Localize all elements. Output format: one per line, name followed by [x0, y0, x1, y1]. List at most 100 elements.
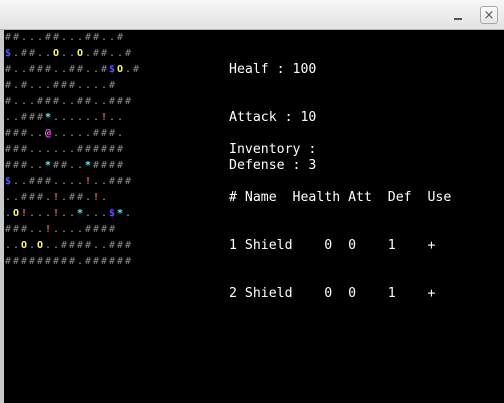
floor-tile: .	[100, 192, 108, 203]
wall-tile: #	[20, 80, 28, 91]
wall-tile: #	[60, 256, 68, 267]
floor-tile: .	[4, 112, 12, 123]
wall-tile: #	[108, 144, 116, 155]
floor-tile: .	[44, 192, 52, 203]
cyan-item-tile: *	[44, 112, 52, 123]
floor-tile: .	[60, 224, 68, 235]
map-row: # # #...... # # # # # #	[4, 142, 124, 158]
floor-tile: .	[36, 48, 44, 59]
wall-tile: #	[116, 256, 124, 267]
wall-tile: #	[116, 160, 124, 171]
wall-tile: #	[20, 48, 28, 59]
map-row: $.. # # #....!.. # # #	[4, 174, 132, 190]
floor-tile: .	[12, 80, 20, 91]
gold-tile: O	[76, 48, 84, 59]
wall-tile: #	[20, 144, 28, 155]
wall-tile: #	[12, 128, 20, 139]
wall-tile: #	[100, 224, 108, 235]
terminal-screen[interactable]: # #... # #... # #.. # $. # #.. O.. O. # #.. # #.. # # #.. #…	[4, 30, 504, 403]
floor-tile: .	[84, 64, 92, 75]
floor-tile: .	[116, 128, 124, 139]
floor-tile: .	[92, 112, 100, 123]
floor-tile: .	[84, 128, 92, 139]
floor-tile: .	[36, 224, 44, 235]
wall-tile: #	[84, 240, 92, 251]
potion-tile: !	[44, 224, 52, 235]
cyan-item-tile: *	[76, 208, 84, 219]
wall-tile: #	[76, 64, 84, 75]
title-bar[interactable]: ×	[0, 0, 504, 30]
cyan-item-tile: *	[44, 160, 52, 171]
floor-tile: .	[52, 64, 60, 75]
gold-tile: O	[36, 240, 44, 251]
wall-tile: #	[36, 256, 44, 267]
floor-tile: .	[84, 112, 92, 123]
potion-tile: !	[84, 176, 92, 187]
floor-tile: .	[68, 224, 76, 235]
wall-tile: #	[92, 160, 100, 171]
floor-tile: .	[12, 176, 20, 187]
floor-tile: .	[52, 240, 60, 251]
wall-tile: #	[108, 80, 116, 91]
gold-tile: O	[52, 48, 60, 59]
wall-tile: #	[108, 240, 116, 251]
wall-tile: #	[20, 224, 28, 235]
wall-tile: #	[36, 112, 44, 123]
floor-tile: .	[76, 80, 84, 91]
floor-tile: .	[92, 176, 100, 187]
floor-tile: .	[124, 64, 132, 75]
map-row: . O!...!.. *... $ *.	[4, 206, 132, 222]
map-row: .. O. O.. # # # #.. # # #	[4, 238, 132, 254]
map-row: .. # # # *......!..	[4, 110, 124, 126]
wall-tile: #	[108, 176, 116, 187]
wall-tile: #	[12, 160, 20, 171]
floor-tile: .	[84, 208, 92, 219]
wall-tile: #	[84, 224, 92, 235]
floor-tile: .	[20, 64, 28, 75]
floor-tile: .	[108, 32, 116, 43]
floor-tile: .	[36, 128, 44, 139]
potion-tile: !	[52, 192, 60, 203]
inventory-title: Inventory :	[229, 142, 317, 157]
wall-tile: #	[36, 192, 44, 203]
wall-tile: #	[100, 160, 108, 171]
map-row: #... # # #.. # #.. # # #	[4, 94, 132, 110]
floor-tile: .	[76, 112, 84, 123]
floor-tile: .	[92, 96, 100, 107]
inventory-item: 2 Shield 0 0 1 +	[229, 286, 436, 301]
floor-tile: .	[28, 128, 36, 139]
wall-tile: #	[20, 192, 28, 203]
floor-tile: .	[12, 112, 20, 123]
wall-tile: #	[28, 176, 36, 187]
minimize-icon[interactable]	[452, 9, 464, 21]
floor-tile: .	[44, 208, 52, 219]
floor-tile: .	[68, 208, 76, 219]
wall-tile: #	[20, 256, 28, 267]
inventory-header: # Name Health Att Def Use	[229, 190, 452, 205]
wall-tile: #	[52, 32, 60, 43]
wall-tile: #	[28, 64, 36, 75]
wall-tile: #	[116, 176, 124, 187]
wall-tile: #	[60, 80, 68, 91]
floor-tile: .	[92, 64, 100, 75]
floor-tile: .	[44, 240, 52, 251]
wall-tile: #	[28, 256, 36, 267]
floor-tile: .	[20, 32, 28, 43]
floor-tile: .	[36, 32, 44, 43]
wall-tile: #	[92, 48, 100, 59]
wall-tile: #	[92, 224, 100, 235]
floor-tile: .	[68, 32, 76, 43]
wall-tile: #	[108, 96, 116, 107]
wall-tile: #	[84, 32, 92, 43]
health-stat: Healf : 100	[229, 62, 317, 77]
floor-tile: .	[76, 128, 84, 139]
floor-tile: .	[36, 144, 44, 155]
floor-tile: .	[28, 80, 36, 91]
wall-tile: #	[68, 256, 76, 267]
wall-tile: #	[4, 80, 12, 91]
wall-tile: #	[100, 128, 108, 139]
map-row: $. # #.. O.. O. # #.. #	[4, 46, 132, 62]
wall-tile: #	[116, 240, 124, 251]
close-button[interactable]: ×	[480, 6, 498, 24]
wall-tile: #	[44, 96, 52, 107]
